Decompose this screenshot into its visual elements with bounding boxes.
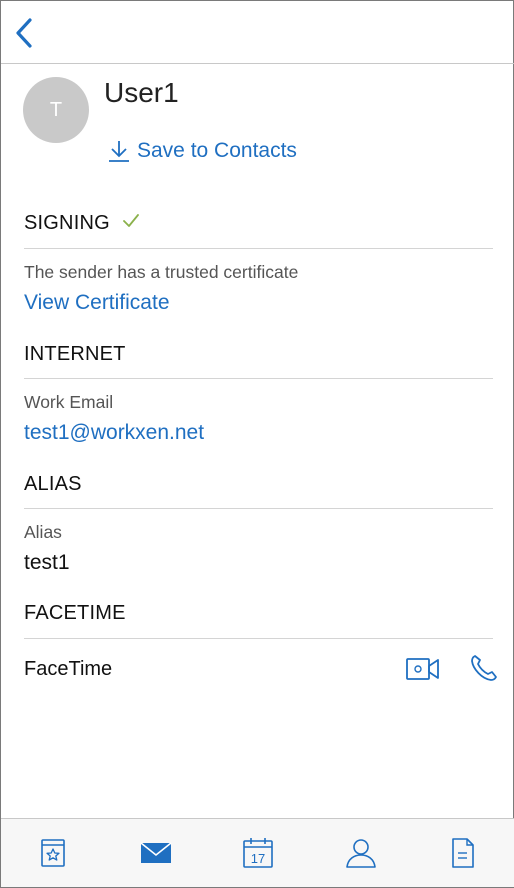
save-to-contacts-label: Save to Contacts [137, 139, 297, 162]
contact-name: User1 [104, 77, 179, 108]
signing-header: SIGNING [24, 212, 110, 234]
alias-label: Alias [24, 522, 62, 542]
save-to-contacts-button[interactable]: Save to Contacts [107, 139, 297, 163]
calendar-day: 17 [251, 851, 265, 866]
alias-value: test1 [24, 551, 70, 574]
calendar-icon: 17 [243, 838, 273, 868]
mail-icon [140, 842, 172, 863]
facetime-header: FACETIME [24, 602, 126, 624]
facetime-divider [24, 638, 493, 639]
tab-mail[interactable] [136, 833, 176, 873]
internet-header: INTERNET [24, 343, 126, 365]
work-email-label: Work Email [24, 392, 114, 412]
contacts-icon [346, 839, 376, 868]
avatar: T [23, 77, 89, 143]
phone-icon [471, 655, 497, 681]
tab-contacts[interactable] [341, 833, 381, 873]
video-camera-icon [406, 658, 439, 680]
favorites-icon [41, 839, 65, 867]
back-button[interactable] [11, 15, 37, 51]
internet-divider [24, 378, 493, 379]
download-icon [109, 141, 129, 162]
facetime-label: FaceTime [24, 658, 113, 680]
facetime-audio-button[interactable] [469, 653, 499, 688]
alias-header: ALIAS [24, 473, 82, 495]
chevron-left-icon [16, 18, 32, 48]
tab-bar: 17 [1, 818, 514, 887]
facetime-video-button[interactable] [405, 655, 441, 688]
view-certificate-link[interactable]: View Certificate [24, 291, 170, 315]
signing-description: The sender has a trusted certificate [24, 262, 299, 282]
signing-divider [24, 248, 493, 249]
app-frame: T User1 Save to Contacts SIGNING The sen… [0, 0, 514, 888]
alias-divider [24, 508, 493, 509]
avatar-initial: T [49, 98, 63, 121]
tab-favorites[interactable] [33, 833, 73, 873]
checkmark-icon [123, 214, 139, 227]
tab-files[interactable] [443, 833, 483, 873]
files-icon [452, 838, 474, 868]
work-email-link[interactable]: test1@workxen.net [24, 421, 204, 445]
navigation-bar [1, 1, 514, 64]
tab-calendar[interactable]: 17 [238, 833, 278, 873]
